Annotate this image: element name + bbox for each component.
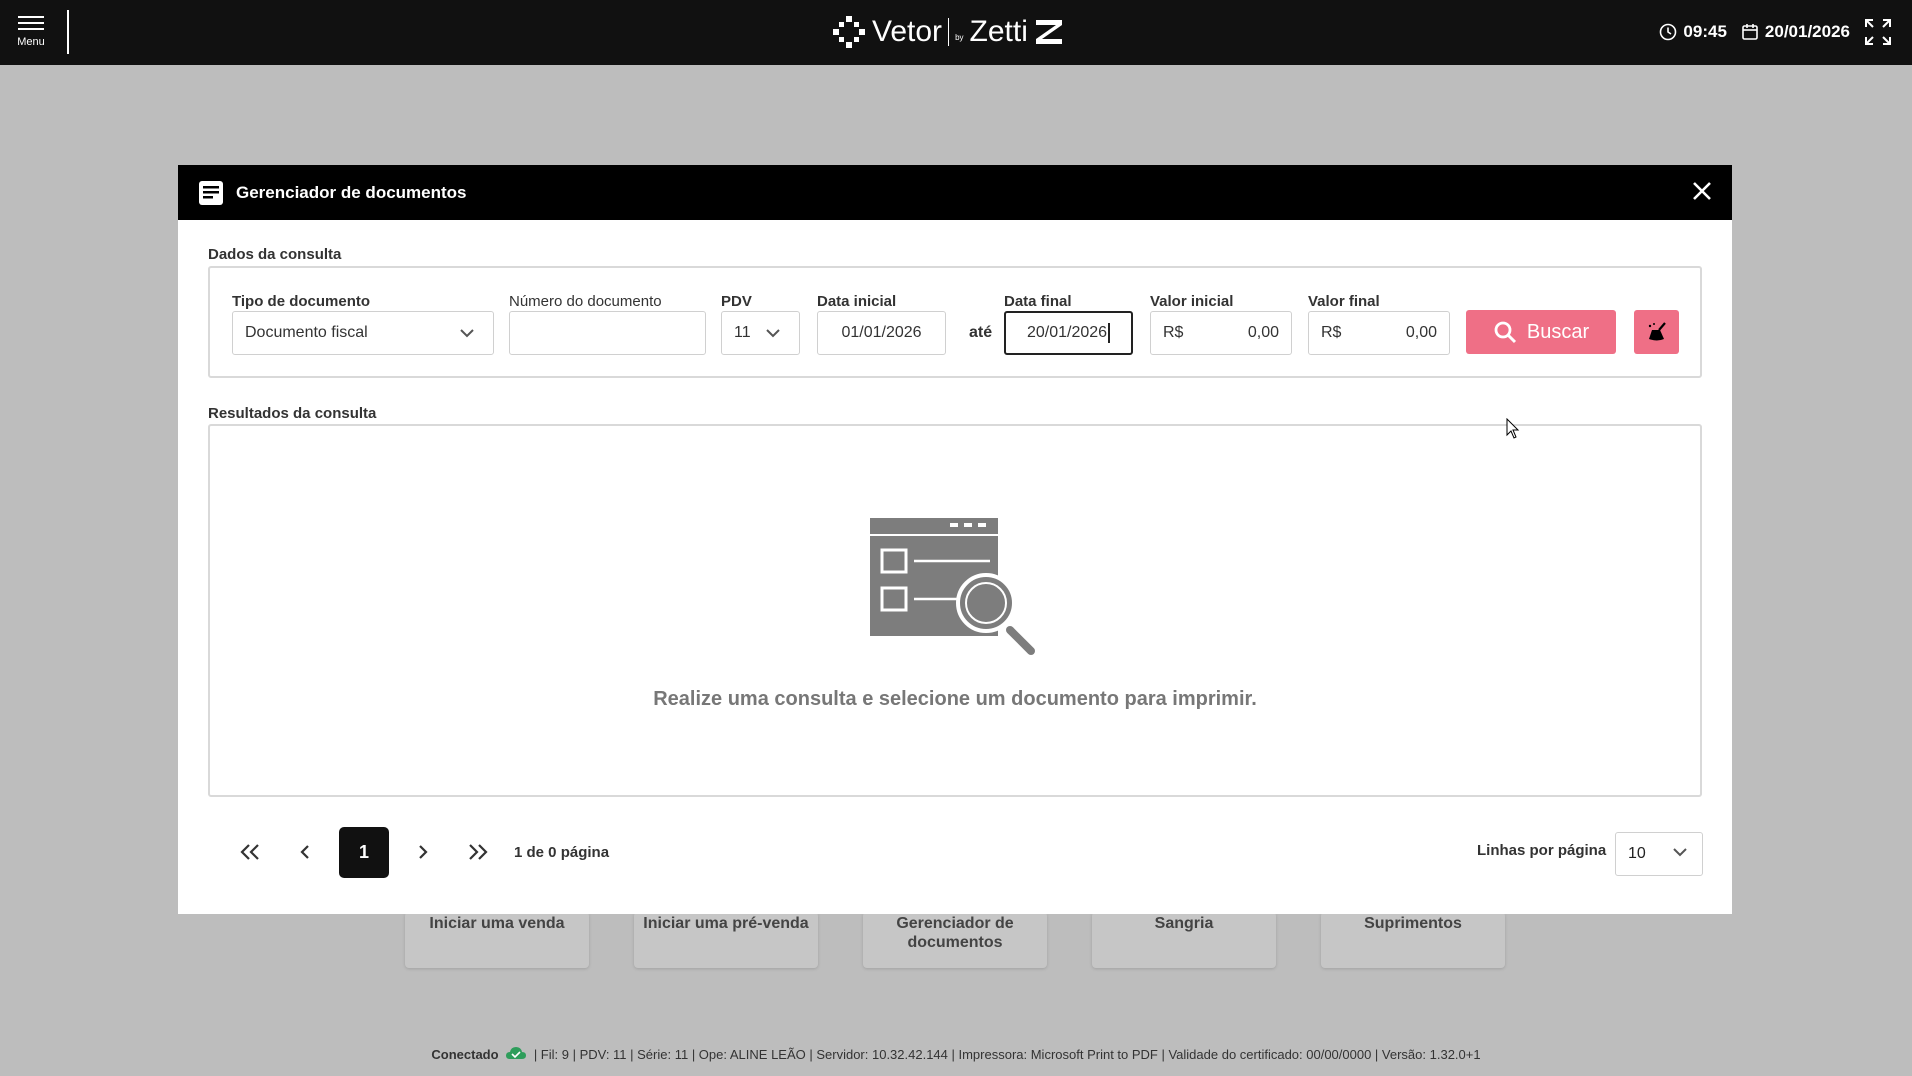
clear-filters-button[interactable] xyxy=(1634,310,1679,354)
empty-results-message: Realize uma consulta e selecione um docu… xyxy=(653,688,1257,710)
rows-per-page-select[interactable]: 10 xyxy=(1615,832,1703,876)
status-details: | Fil: 9 | PDV: 11 | Série: 11 | Ope: AL… xyxy=(533,1047,1481,1062)
data-final-label: Data final xyxy=(1004,293,1072,310)
ate-label: até xyxy=(969,324,993,341)
brand-by: by xyxy=(955,33,964,42)
zetti-logo-icon xyxy=(1035,20,1062,44)
pdv-value: 11 xyxy=(734,324,751,341)
first-page-button[interactable] xyxy=(230,832,270,872)
query-section-title: Dados da consulta xyxy=(208,246,342,263)
data-final-value: 20/01/2026 xyxy=(1026,324,1108,341)
topbar-divider xyxy=(67,10,69,54)
sangria-card[interactable]: Sangria xyxy=(1092,912,1276,968)
menu-label: Menu xyxy=(17,36,45,48)
prev-page-button[interactable] xyxy=(285,832,325,872)
document-manager-card[interactable]: Gerenciador de documentos xyxy=(863,912,1047,968)
vetor-logo-icon xyxy=(833,16,865,48)
valor-inicial-value: 0,00 xyxy=(1247,324,1279,341)
top-right-status: 09:45 20/01/2026 xyxy=(1659,18,1892,46)
rows-per-page-value: 10 xyxy=(1628,845,1646,862)
query-form: Tipo de documento Documento fiscal Númer… xyxy=(208,266,1702,378)
numero-documento-label: Número do documento xyxy=(509,293,662,310)
tipo-documento-value: Documento fiscal xyxy=(245,324,368,341)
data-inicial-value: 01/01/2026 xyxy=(841,324,922,341)
rows-per-page-label: Linhas por página xyxy=(1477,842,1607,859)
start-presale-card[interactable]: Iniciar uma pré-venda xyxy=(634,912,818,968)
card-label: Iniciar uma pré-venda xyxy=(643,915,809,932)
cloud-icon xyxy=(506,1047,527,1059)
calendar-icon xyxy=(1742,24,1758,40)
card-label: Sangria xyxy=(1154,915,1214,932)
prev-page-icon xyxy=(300,845,309,859)
mouse-pointer-icon xyxy=(1506,418,1520,439)
page-info: 1 de 0 página xyxy=(514,843,610,861)
document-manager-modal: Gerenciador de documentos Dados da consu… xyxy=(178,165,1732,914)
card-label: Suprimentos xyxy=(1364,915,1462,932)
chevron-down-icon xyxy=(460,329,474,338)
pagination: 1 1 de 0 página xyxy=(230,826,609,878)
empty-search-illustration-icon xyxy=(870,518,1035,655)
suprimentos-card[interactable]: Suprimentos xyxy=(1321,912,1505,968)
results-panel: Realize uma consulta e selecione um docu… xyxy=(208,424,1702,797)
current-page-button[interactable]: 1 xyxy=(339,826,389,878)
brand-zetti: Zetti xyxy=(969,15,1028,48)
chevron-down-icon xyxy=(766,329,780,338)
top-bar: Menu Vetor by Zetti 09:45 20/01/2026 xyxy=(0,0,1912,65)
clock-icon xyxy=(1660,23,1677,41)
search-button[interactable]: Buscar xyxy=(1466,310,1616,354)
card-label: Iniciar uma venda xyxy=(429,915,565,932)
modal-header: Gerenciador de documentos xyxy=(178,165,1732,220)
data-final-input[interactable]: 20/01/2026 xyxy=(1004,311,1133,355)
document-icon xyxy=(199,180,223,205)
valor-inicial-label: Valor inicial xyxy=(1150,293,1234,310)
pdv-select[interactable]: 11 xyxy=(721,311,800,355)
valor-final-value: 0,00 xyxy=(1405,324,1437,341)
search-button-label: Buscar xyxy=(1526,320,1590,343)
first-page-icon xyxy=(240,844,259,860)
text-cursor xyxy=(1108,323,1111,343)
tipo-documento-label: Tipo de documento xyxy=(232,293,371,310)
brand-vetor: Vetor xyxy=(872,15,943,48)
fullscreen-icon[interactable] xyxy=(1864,18,1892,46)
numero-documento-input[interactable] xyxy=(509,311,706,355)
next-page-icon xyxy=(419,845,428,859)
current-date: 20/01/2026 xyxy=(1764,22,1850,41)
next-page-button[interactable] xyxy=(403,832,443,872)
search-icon xyxy=(1494,321,1516,344)
modal-title: Gerenciador de documentos xyxy=(236,182,467,202)
clock-time: 09:45 xyxy=(1683,22,1727,41)
valor-inicial-input[interactable]: R$ 0,00 xyxy=(1150,311,1292,355)
tipo-documento-select[interactable]: Documento fiscal xyxy=(232,311,494,355)
hamburger-icon xyxy=(10,16,52,30)
card-label: Gerenciador de documentos xyxy=(896,915,1014,951)
pdv-label: PDV xyxy=(721,293,752,310)
valor-final-input[interactable]: R$ 0,00 xyxy=(1308,311,1450,355)
menu-button[interactable]: Menu xyxy=(10,12,52,54)
data-inicial-label: Data inicial xyxy=(817,293,897,310)
status-bar: Conectado | Fil: 9 | PDV: 11 | Série: 11… xyxy=(0,1046,1912,1062)
valor-inicial-currency: R$ xyxy=(1163,324,1184,341)
brand-divider xyxy=(948,18,950,46)
last-page-button[interactable] xyxy=(458,832,498,872)
connection-status: Conectado xyxy=(431,1047,499,1062)
valor-final-currency: R$ xyxy=(1321,324,1342,341)
chevron-down-icon xyxy=(1673,848,1687,857)
last-page-icon xyxy=(469,844,488,860)
valor-final-label: Valor final xyxy=(1308,293,1380,310)
close-icon[interactable] xyxy=(1690,179,1714,203)
start-sale-card[interactable]: Iniciar uma venda xyxy=(405,912,589,968)
broom-icon xyxy=(1648,322,1666,341)
brand-logo: Vetor by Zetti xyxy=(832,12,1064,52)
data-inicial-input[interactable]: 01/01/2026 xyxy=(817,311,946,355)
results-section-title: Resultados da consulta xyxy=(208,405,377,422)
